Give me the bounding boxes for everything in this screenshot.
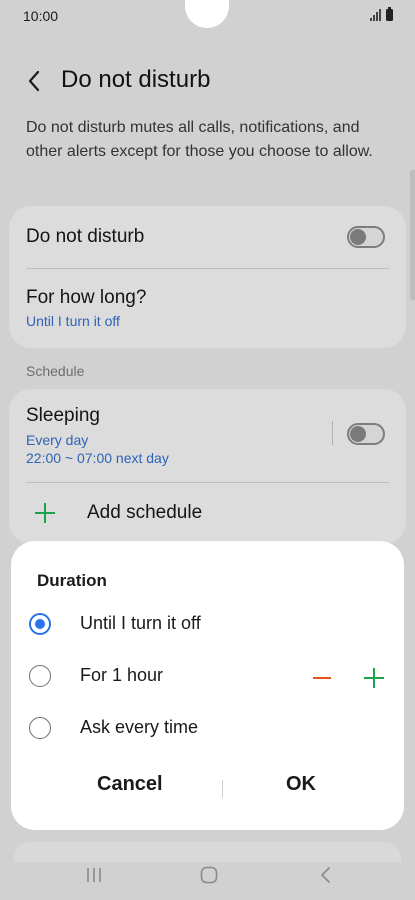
radio-button[interactable]	[29, 613, 51, 635]
minus-icon[interactable]	[311, 667, 333, 689]
how-long-label: For how long?	[26, 287, 147, 308]
vertical-divider	[332, 421, 333, 445]
recent-apps-icon[interactable]	[86, 867, 102, 883]
cancel-button[interactable]: Cancel	[97, 773, 163, 796]
page-title: Do not disturb	[61, 66, 211, 93]
scrollbar[interactable]	[410, 170, 415, 300]
toggle-knob	[350, 229, 366, 245]
radio-button[interactable]	[29, 717, 51, 739]
battery-icon	[386, 7, 393, 21]
schedule-title: Sleeping	[26, 405, 100, 426]
button-divider	[222, 780, 223, 798]
plus-icon[interactable]	[361, 665, 387, 691]
page-description: Do not disturb mutes all calls, notifica…	[26, 119, 373, 160]
status-icons	[370, 7, 393, 21]
how-long-row[interactable]: For how long? Until I turn it off	[9, 269, 406, 348]
schedule-toggle[interactable]	[347, 423, 385, 445]
schedule-section-label: Schedule	[26, 363, 85, 379]
ok-button[interactable]: OK	[286, 773, 316, 796]
back-icon[interactable]	[319, 866, 333, 884]
option-label: For 1 hour	[80, 665, 164, 685]
phone-screen: 10:00 Do not disturb Do not disturb mute…	[0, 0, 415, 900]
schedule-item-sleeping[interactable]: Sleeping Every day 22:00 ~ 07:00 next da…	[9, 389, 406, 482]
option-for-1-hour[interactable]: For 1 hour	[27, 654, 388, 698]
dnd-label: Do not disturb	[26, 226, 145, 247]
schedule-time: 22:00 ~ 07:00 next day	[26, 450, 169, 466]
option-label: Ask every time	[80, 717, 199, 737]
duration-dialog: Duration Until I turn it off For 1 hour …	[11, 541, 404, 830]
schedule-card: Sleeping Every day 22:00 ~ 07:00 next da…	[9, 389, 406, 544]
plus-icon	[35, 503, 55, 523]
navigation-bar	[0, 850, 415, 900]
schedule-days: Every day	[26, 432, 89, 448]
dialog-title: Duration	[37, 571, 107, 590]
dnd-settings-card: Do not disturb For how long? Until I tur…	[9, 206, 406, 348]
camera-notch	[185, 0, 229, 28]
status-bar: 10:00	[0, 0, 415, 32]
toggle-knob	[350, 426, 366, 442]
radio-button[interactable]	[29, 665, 51, 687]
option-label: Until I turn it off	[80, 613, 201, 633]
home-icon[interactable]	[200, 866, 218, 884]
dnd-toggle[interactable]	[347, 226, 385, 248]
dnd-toggle-row[interactable]: Do not disturb	[9, 206, 406, 268]
option-ask-every-time[interactable]: Ask every time	[27, 706, 388, 750]
add-schedule-label: Add schedule	[87, 502, 203, 523]
status-time: 10:00	[23, 8, 59, 24]
signal-icon	[370, 9, 382, 21]
add-schedule-row[interactable]: Add schedule	[9, 483, 406, 544]
chevron-left-icon[interactable]	[22, 66, 46, 96]
how-long-value: Until I turn it off	[26, 313, 120, 329]
option-until-off[interactable]: Until I turn it off	[27, 602, 388, 646]
